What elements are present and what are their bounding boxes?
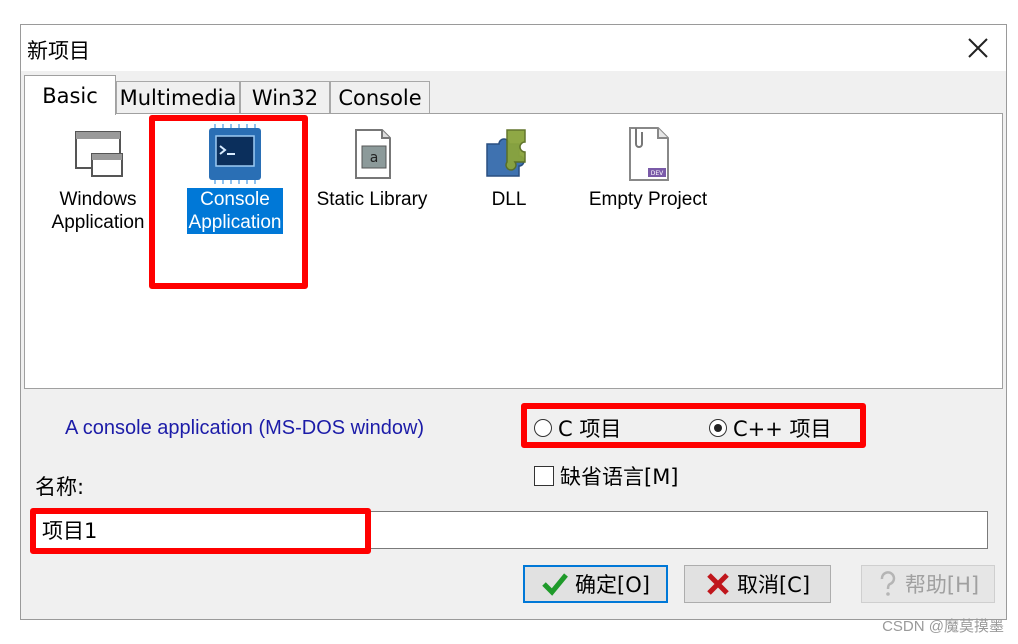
help-icon: [880, 571, 896, 596]
template-static-library[interactable]: a Static Library: [303, 124, 441, 211]
template-empty-project[interactable]: DEV Empty Project: [577, 124, 719, 211]
radio-button[interactable]: [534, 419, 552, 437]
template-console-application[interactable]: Console Application: [166, 124, 304, 234]
ok-button[interactable]: 确定[O]: [523, 565, 668, 603]
cancel-button[interactable]: 取消[C]: [684, 565, 831, 603]
ok-label: 确定[O]: [575, 573, 650, 597]
library-icon: a: [355, 129, 391, 179]
tab-basic[interactable]: Basic: [24, 75, 116, 115]
radio-label: C 项目: [558, 417, 622, 441]
help-label: 帮助[H]: [904, 573, 980, 597]
template-label: DLL: [491, 189, 527, 210]
tab-win32[interactable]: Win32: [240, 81, 330, 113]
svg-text:a: a: [370, 150, 379, 166]
name-label: 名称:: [35, 475, 85, 499]
template-dll[interactable]: DLL: [440, 124, 578, 211]
radio-cpp-project[interactable]: C++ 项目: [709, 413, 832, 443]
help-button[interactable]: 帮助[H]: [861, 565, 995, 603]
template-label: Static Library: [316, 189, 428, 210]
close-icon: [968, 38, 988, 58]
empty-document-icon: DEV: [629, 127, 669, 181]
radio-c-project[interactable]: C 项目: [534, 413, 621, 443]
template-label: Empty Project: [588, 189, 708, 210]
template-label: Console Application: [186, 188, 284, 234]
project-name-input[interactable]: [33, 511, 988, 549]
checkbox-label: 缺省语言[M]: [560, 465, 679, 489]
template-windows-application[interactable]: Windows Application: [29, 124, 167, 234]
svg-text:DEV: DEV: [651, 170, 664, 177]
cross-icon: [707, 573, 729, 595]
cancel-label: 取消[C]: [736, 573, 811, 597]
watermark-text: CSDN @魔莫摸墨: [882, 618, 1004, 635]
template-panel: WindowsApplication ConsoleApplication: [24, 113, 1003, 389]
puzzle-icon: [486, 129, 526, 177]
console-chip-icon: [209, 124, 261, 184]
title-bar: 新项目: [21, 25, 1006, 71]
dialog-title: 新项目: [27, 39, 90, 63]
checkbox-box[interactable]: [534, 466, 554, 486]
checkmark-icon: [542, 573, 568, 596]
template-description: A console application (MS-DOS window): [65, 417, 425, 439]
radio-dot: [714, 424, 722, 432]
radio-button-selected[interactable]: [709, 419, 727, 437]
window-icon: [75, 131, 123, 177]
new-project-dialog: 新项目 Basic Multimedia Win32 Console Windo…: [20, 24, 1007, 620]
radio-label: C++ 项目: [733, 417, 832, 441]
template-label: Windows Application: [51, 189, 145, 233]
tab-console[interactable]: Console: [330, 81, 430, 113]
close-button[interactable]: [960, 31, 996, 65]
tab-multimedia[interactable]: Multimedia: [116, 81, 240, 113]
default-language-checkbox[interactable]: 缺省语言[M]: [534, 461, 679, 491]
